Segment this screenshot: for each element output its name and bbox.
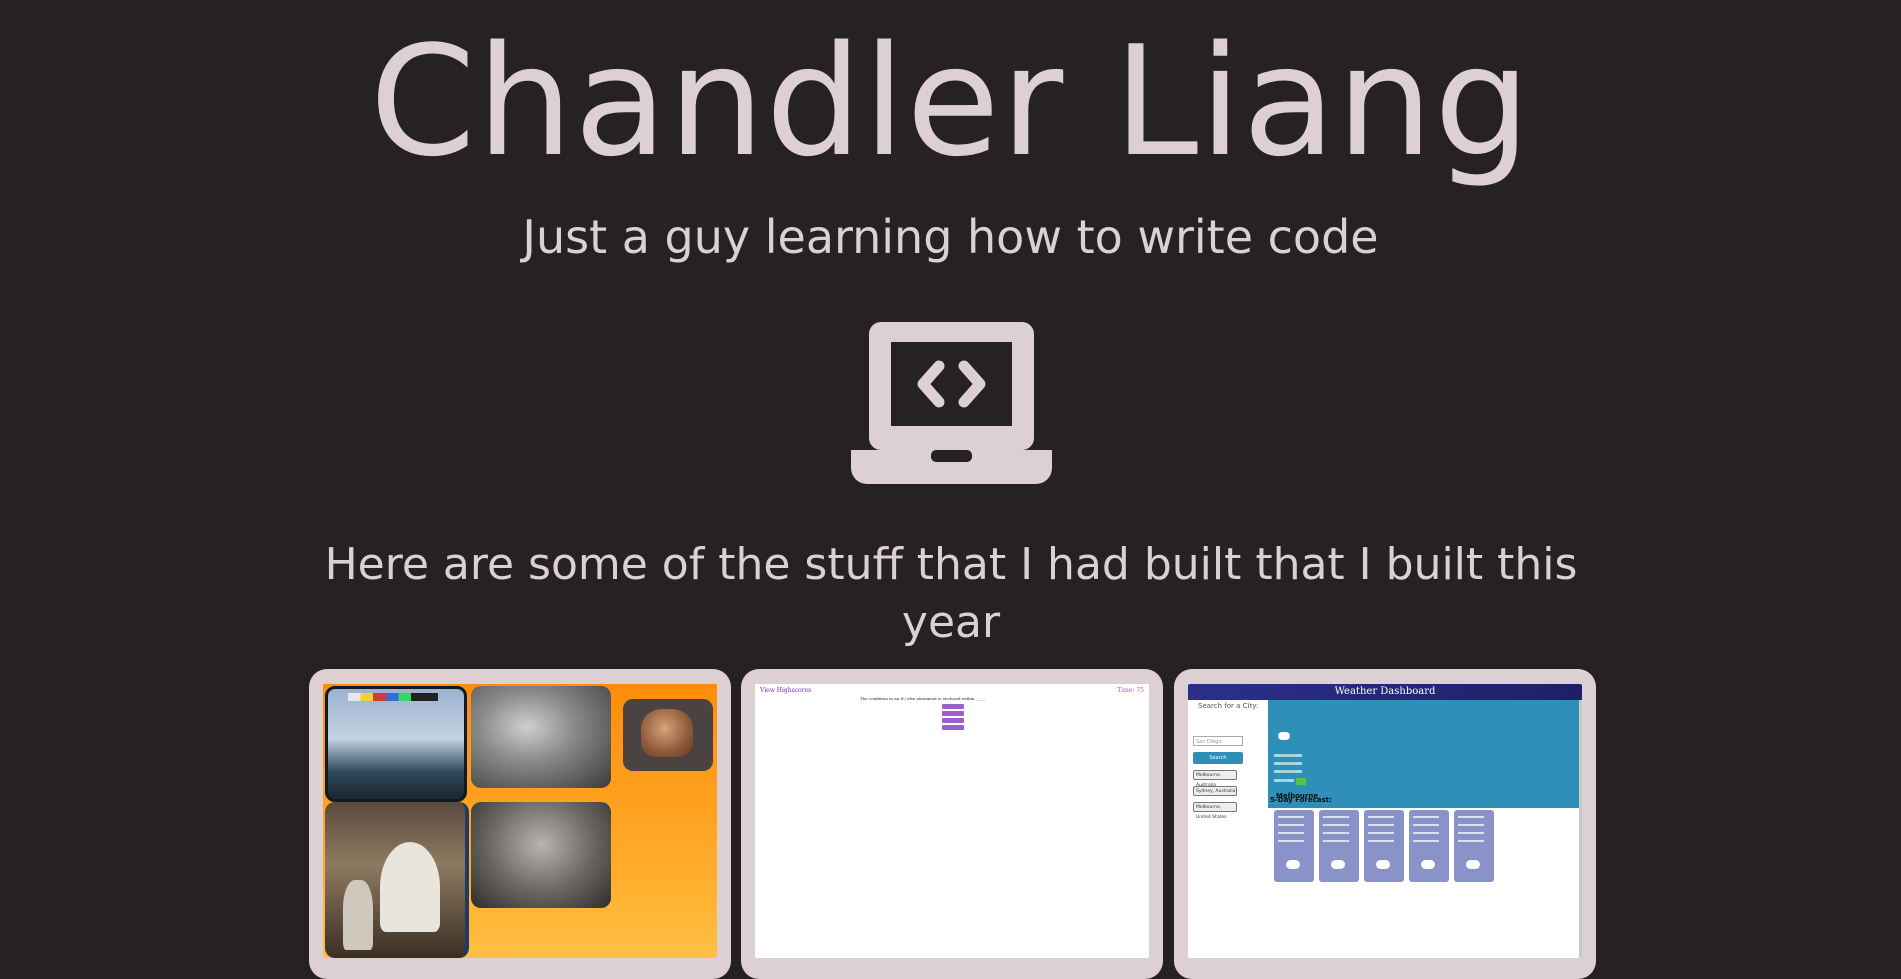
project-screenshot: Weather Dashboard Search for a City: San…: [1188, 684, 1582, 958]
project-screenshot: View Highscores Time: 75 The condition i…: [755, 684, 1149, 958]
forecast-card: [1274, 810, 1314, 882]
quiz-option: [942, 725, 964, 730]
gallery-tile: [325, 686, 467, 802]
hero-name: Chandler Liang: [369, 13, 1532, 190]
cloud-icon: [1331, 860, 1345, 869]
weather-search-input: San Diego: [1193, 736, 1243, 746]
quiz-option: [942, 704, 964, 709]
cloud-icon: [1286, 860, 1300, 869]
quiz-timer: Time: 75: [1117, 687, 1144, 694]
weather-forecast-label: 5-Day Forecast:: [1270, 796, 1332, 804]
weather-search-button: Search: [1193, 752, 1243, 764]
cloud-icon: [1376, 860, 1390, 869]
weather-history-item: Melbourne, United States: [1193, 802, 1237, 820]
uv-index-badge: [1296, 778, 1306, 785]
project-card-code-quiz[interactable]: View Highscores Time: 75 The condition i…: [741, 669, 1163, 979]
weather-sidebar: Search for a City: San Diego Search Melb…: [1188, 700, 1268, 958]
project-grid: View Highscores Time: 75 The condition i…: [309, 669, 1596, 979]
weather-history-item: Sydney, Australia: [1193, 786, 1237, 796]
weather-today-panel: Melbourne: [1268, 700, 1582, 808]
weather-search-label: Search for a City:: [1198, 702, 1259, 710]
gallery-tile: [471, 802, 611, 908]
cloud-icon: [1421, 860, 1435, 869]
projects-heading: Here are some of the stuff that I had bu…: [324, 539, 1578, 648]
forecast-card: [1454, 810, 1494, 882]
quiz-question: The condition in an if / else statement …: [860, 696, 986, 701]
gallery-tile: [325, 802, 469, 958]
project-card-weather-dashboard[interactable]: Weather Dashboard Search for a City: San…: [1174, 669, 1596, 979]
scrollbar: [1579, 700, 1582, 958]
forecast-card: [1364, 810, 1404, 882]
quiz-option: [942, 711, 964, 716]
weather-title: Weather Dashboard: [1188, 684, 1582, 700]
hero-tagline: Just a guy learning how to write code: [522, 210, 1379, 264]
cloud-icon: [1278, 732, 1290, 740]
quiz-highscores-link: View Highscores: [760, 687, 812, 694]
project-card-art-gallery[interactable]: [309, 669, 731, 979]
forecast-card: [1409, 810, 1449, 882]
forecast-card: [1319, 810, 1359, 882]
weather-history-item: Melbourne, Australia: [1193, 770, 1237, 788]
quiz-option: [942, 718, 964, 723]
gallery-tile: [623, 699, 713, 771]
cloud-icon: [1466, 860, 1480, 869]
laptop-code-icon: [851, 322, 1052, 484]
gallery-tile: [471, 686, 611, 788]
project-screenshot: [323, 684, 717, 958]
